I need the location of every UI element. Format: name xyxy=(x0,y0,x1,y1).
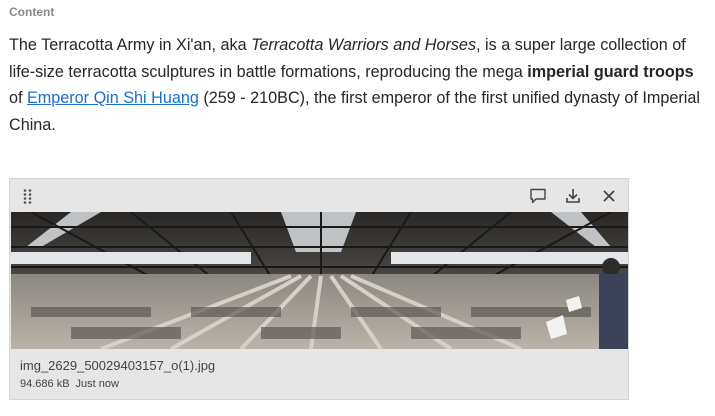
paragraph-text: The Terracotta Army in Xi'an, aka xyxy=(9,36,252,54)
comment-icon xyxy=(530,188,546,204)
attachment-meta: 94.686 kB Just now xyxy=(20,378,119,390)
paragraph-italic-text: Terracotta Warriors and Horses xyxy=(251,36,477,54)
terracotta-army-photo xyxy=(11,212,628,349)
emperor-link[interactable]: Emperor Qin Shi Huang xyxy=(27,89,199,107)
close-icon xyxy=(603,190,615,202)
attachment-filename: img_2629_50029403157_o(1).jpg xyxy=(20,358,216,373)
attachment-toolbar xyxy=(10,179,628,212)
attachment-image[interactable] xyxy=(11,212,628,349)
drag-handle-icon[interactable] xyxy=(21,188,35,204)
section-label: Content xyxy=(9,5,55,19)
paragraph-text: of xyxy=(9,89,27,107)
close-button[interactable] xyxy=(598,185,620,207)
content-paragraph[interactable]: The Terracotta Army in Xi'an, aka Terrac… xyxy=(9,32,709,138)
comment-button[interactable] xyxy=(527,185,549,207)
download-icon xyxy=(566,189,580,203)
attachment-size: 94.686 kB xyxy=(20,378,70,390)
download-button[interactable] xyxy=(562,185,584,207)
image-attachment-card[interactable]: img_2629_50029403157_o(1).jpg 94.686 kB J… xyxy=(9,178,629,400)
attachment-timestamp: Just now xyxy=(75,378,119,390)
paragraph-bold-text: imperial guard troops xyxy=(527,62,694,81)
